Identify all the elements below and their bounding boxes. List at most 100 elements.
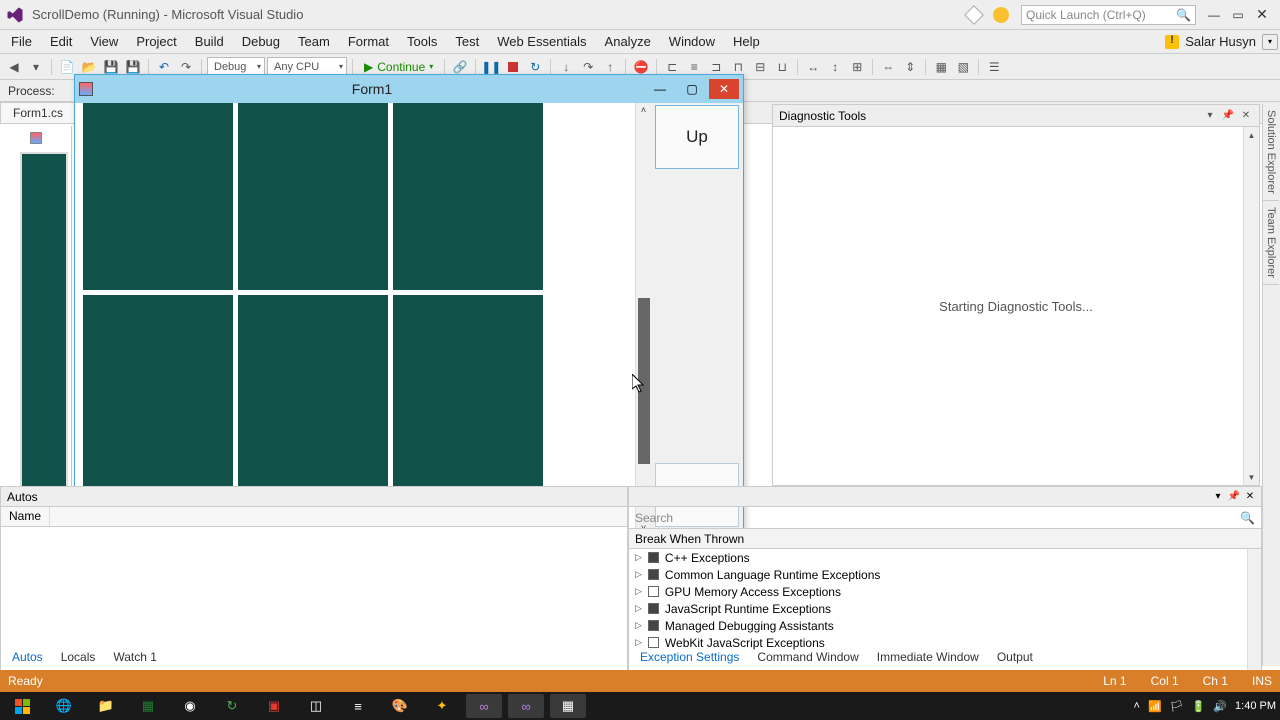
taskbar-app5-icon[interactable]: ✦: [424, 694, 460, 718]
start-button[interactable]: [4, 694, 40, 718]
expand-icon[interactable]: ▷: [635, 586, 642, 597]
quick-launch-input[interactable]: Quick Launch (Ctrl+Q) 🔍: [1021, 5, 1196, 25]
tray-volume-icon[interactable]: 🔊: [1213, 700, 1227, 713]
taskbar-app4-icon[interactable]: 🎨: [382, 694, 418, 718]
send-back-button[interactable]: ▧: [953, 57, 973, 77]
scroll-down-icon[interactable]: ▼: [1244, 469, 1259, 485]
menu-project[interactable]: Project: [127, 31, 185, 52]
forward-button[interactable]: ▾: [26, 57, 46, 77]
checkbox[interactable]: [648, 603, 659, 614]
tray-action-icon[interactable]: 🏳: [1170, 700, 1184, 713]
feedback-icon[interactable]: [993, 7, 1009, 23]
form1-scrollbar[interactable]: ˄ ˅: [635, 103, 651, 535]
menu-tools[interactable]: Tools: [398, 31, 446, 52]
expand-icon[interactable]: ▷: [635, 620, 642, 631]
notification-icon[interactable]: [1165, 35, 1179, 49]
menu-build[interactable]: Build: [186, 31, 233, 52]
taskbar-ie-icon[interactable]: 🌐: [46, 694, 82, 718]
panel-close-icon[interactable]: ✕: [1243, 490, 1257, 504]
taskbar-refresh-icon[interactable]: ↻: [214, 694, 250, 718]
taskbar-form1-icon[interactable]: ▦: [550, 694, 586, 718]
panel-pin-icon[interactable]: 📌: [1221, 109, 1235, 123]
hspace-button[interactable]: ⇔: [878, 57, 898, 77]
tab-command-window[interactable]: Command Window: [749, 648, 866, 666]
tab-exception-settings[interactable]: Exception Settings: [632, 648, 747, 666]
exception-label[interactable]: GPU Memory Access Exceptions: [665, 585, 841, 599]
panel-close-icon[interactable]: ✕: [1239, 109, 1253, 123]
menu-debug[interactable]: Debug: [233, 31, 289, 52]
tab-immediate-window[interactable]: Immediate Window: [869, 648, 987, 666]
tab-output[interactable]: Output: [989, 648, 1041, 666]
back-button[interactable]: ◀: [4, 57, 24, 77]
tray-chevron-icon[interactable]: ˄: [1134, 700, 1140, 712]
continue-button[interactable]: ▶Continue▾: [358, 60, 439, 74]
align-bottom-button[interactable]: ⊔: [772, 57, 792, 77]
taskbar-vs-icon[interactable]: ∞: [466, 694, 502, 718]
exception-label[interactable]: Common Language Runtime Exceptions: [665, 568, 880, 582]
tray-clock[interactable]: 1:40 PM: [1235, 700, 1276, 712]
taskbar-vs2-icon[interactable]: ∞: [508, 694, 544, 718]
diag-scrollbar[interactable]: ▲ ▼: [1243, 127, 1259, 485]
scroll-up-icon[interactable]: ▲: [1244, 127, 1259, 143]
checkbox[interactable]: [648, 637, 659, 648]
tab-autos[interactable]: Autos: [4, 648, 51, 666]
same-size-button[interactable]: ⊞: [847, 57, 867, 77]
system-tray[interactable]: ˄ 📶 🏳 🔋 🔊 1:40 PM: [1134, 700, 1276, 713]
exception-label[interactable]: Managed Debugging Assistants: [665, 619, 834, 633]
tab-order-button[interactable]: ☰: [984, 57, 1004, 77]
close-button[interactable]: ✕: [1250, 5, 1274, 25]
expand-icon[interactable]: ▷: [635, 552, 642, 563]
restore-button[interactable]: ▭: [1226, 5, 1250, 25]
exception-scrollbar[interactable]: [1247, 549, 1261, 671]
menu-file[interactable]: File: [2, 31, 41, 52]
expand-icon[interactable]: ▷: [635, 603, 642, 614]
vspace-button[interactable]: ⇕: [900, 57, 920, 77]
autos-col-name[interactable]: Name: [1, 507, 50, 526]
up-button[interactable]: Up: [655, 105, 739, 169]
panel-pin-icon[interactable]: 📌: [1227, 490, 1241, 504]
taskbar-explorer-icon[interactable]: 📁: [88, 694, 124, 718]
checkbox[interactable]: [648, 586, 659, 597]
team-explorer-tab[interactable]: Team Explorer: [1263, 201, 1279, 285]
user-dropdown-icon[interactable]: ▾: [1262, 34, 1278, 50]
form1-titlebar[interactable]: Form1 — ▢ ✕: [75, 75, 743, 103]
taskbar-app3-icon[interactable]: ≡: [340, 694, 376, 718]
tab-watch1[interactable]: Watch 1: [105, 648, 165, 666]
taskbar-chrome-icon[interactable]: ◉: [172, 694, 208, 718]
bring-front-button[interactable]: ▦: [931, 57, 951, 77]
menu-format[interactable]: Format: [339, 31, 398, 52]
menu-help[interactable]: Help: [724, 31, 769, 52]
menu-view[interactable]: View: [81, 31, 127, 52]
scrollbar-thumb[interactable]: [638, 298, 650, 464]
same-height-button[interactable]: ↕: [825, 57, 845, 77]
menu-webessentials[interactable]: Web Essentials: [488, 31, 595, 52]
menu-team[interactable]: Team: [289, 31, 339, 52]
panel-dropdown-icon[interactable]: ▾: [1203, 109, 1217, 123]
exception-label[interactable]: C++ Exceptions: [665, 551, 750, 565]
menu-window[interactable]: Window: [660, 31, 724, 52]
form1-close-button[interactable]: ✕: [709, 79, 739, 99]
taskbar-excel-icon[interactable]: ▦: [130, 694, 166, 718]
tab-locals[interactable]: Locals: [53, 648, 104, 666]
solution-explorer-tab[interactable]: Solution Explorer: [1263, 104, 1279, 201]
scroll-up-arrow-icon[interactable]: ˄: [636, 103, 651, 117]
expand-icon[interactable]: ▷: [635, 637, 642, 648]
menu-analyze[interactable]: Analyze: [596, 31, 660, 52]
tray-battery-icon[interactable]: 🔋: [1192, 700, 1206, 713]
notification-flag-icon[interactable]: [964, 5, 984, 25]
tray-network-icon[interactable]: 📶: [1148, 700, 1162, 713]
panel-dropdown-icon[interactable]: ▾: [1211, 490, 1225, 504]
menu-edit[interactable]: Edit: [41, 31, 81, 52]
checkbox[interactable]: [648, 552, 659, 563]
form1-maximize-button[interactable]: ▢: [677, 79, 707, 99]
same-width-button[interactable]: ↔: [803, 57, 823, 77]
exception-label[interactable]: JavaScript Runtime Exceptions: [665, 602, 831, 616]
signed-in-user[interactable]: Salar Husyn: [1185, 34, 1256, 49]
tab-form1cs[interactable]: Form1.cs: [0, 102, 76, 123]
taskbar-app2-icon[interactable]: ◫: [298, 694, 334, 718]
checkbox[interactable]: [648, 620, 659, 631]
exception-search-input[interactable]: Search 🔍: [629, 507, 1261, 529]
checkbox[interactable]: [648, 569, 659, 580]
align-middle-button[interactable]: ⊟: [750, 57, 770, 77]
expand-icon[interactable]: ▷: [635, 569, 642, 580]
